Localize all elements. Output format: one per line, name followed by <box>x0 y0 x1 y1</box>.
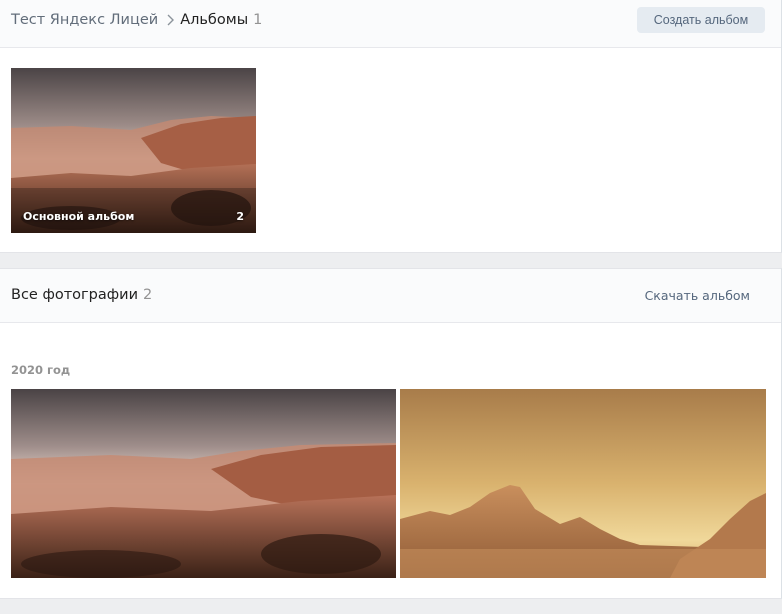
year-label: 2020 год <box>11 363 71 377</box>
all-photos-title-row: Все фотографии 2 <box>11 287 152 303</box>
create-album-button[interactable]: Создать альбом <box>637 7 765 33</box>
photo-thumbnail[interactable] <box>11 389 396 578</box>
all-photos-count: 2 <box>143 287 153 303</box>
albums-header: Тест Яндекс Лицей Альбомы 1 Создать альбом <box>0 0 781 48</box>
breadcrumb: Тест Яндекс Лицей Альбомы 1 <box>11 11 262 29</box>
photo-image <box>400 389 766 578</box>
albums-card: Тест Яндекс Лицей Альбомы 1 Создать альбом <box>0 0 782 253</box>
album-card[interactable]: Основной альбом 2 <box>11 68 256 233</box>
page-title: Альбомы <box>180 12 249 28</box>
download-album-button[interactable]: Скачать альбом <box>645 288 750 303</box>
album-cover-image <box>11 68 256 233</box>
album-photo-count: 2 <box>236 210 244 223</box>
all-photos-card: Все фотографии 2 Скачать альбом 2020 год <box>0 268 782 599</box>
photo-image <box>11 389 396 578</box>
breadcrumb-community-link[interactable]: Тест Яндекс Лицей <box>11 12 158 28</box>
album-title: Основной альбом <box>23 210 135 223</box>
all-photos-header: Все фотографии 2 Скачать альбом <box>0 269 781 323</box>
all-photos-title: Все фотографии <box>11 287 138 303</box>
albums-count: 1 <box>253 12 263 28</box>
photo-thumbnail[interactable] <box>400 389 766 578</box>
chevron-right-icon <box>167 11 175 29</box>
